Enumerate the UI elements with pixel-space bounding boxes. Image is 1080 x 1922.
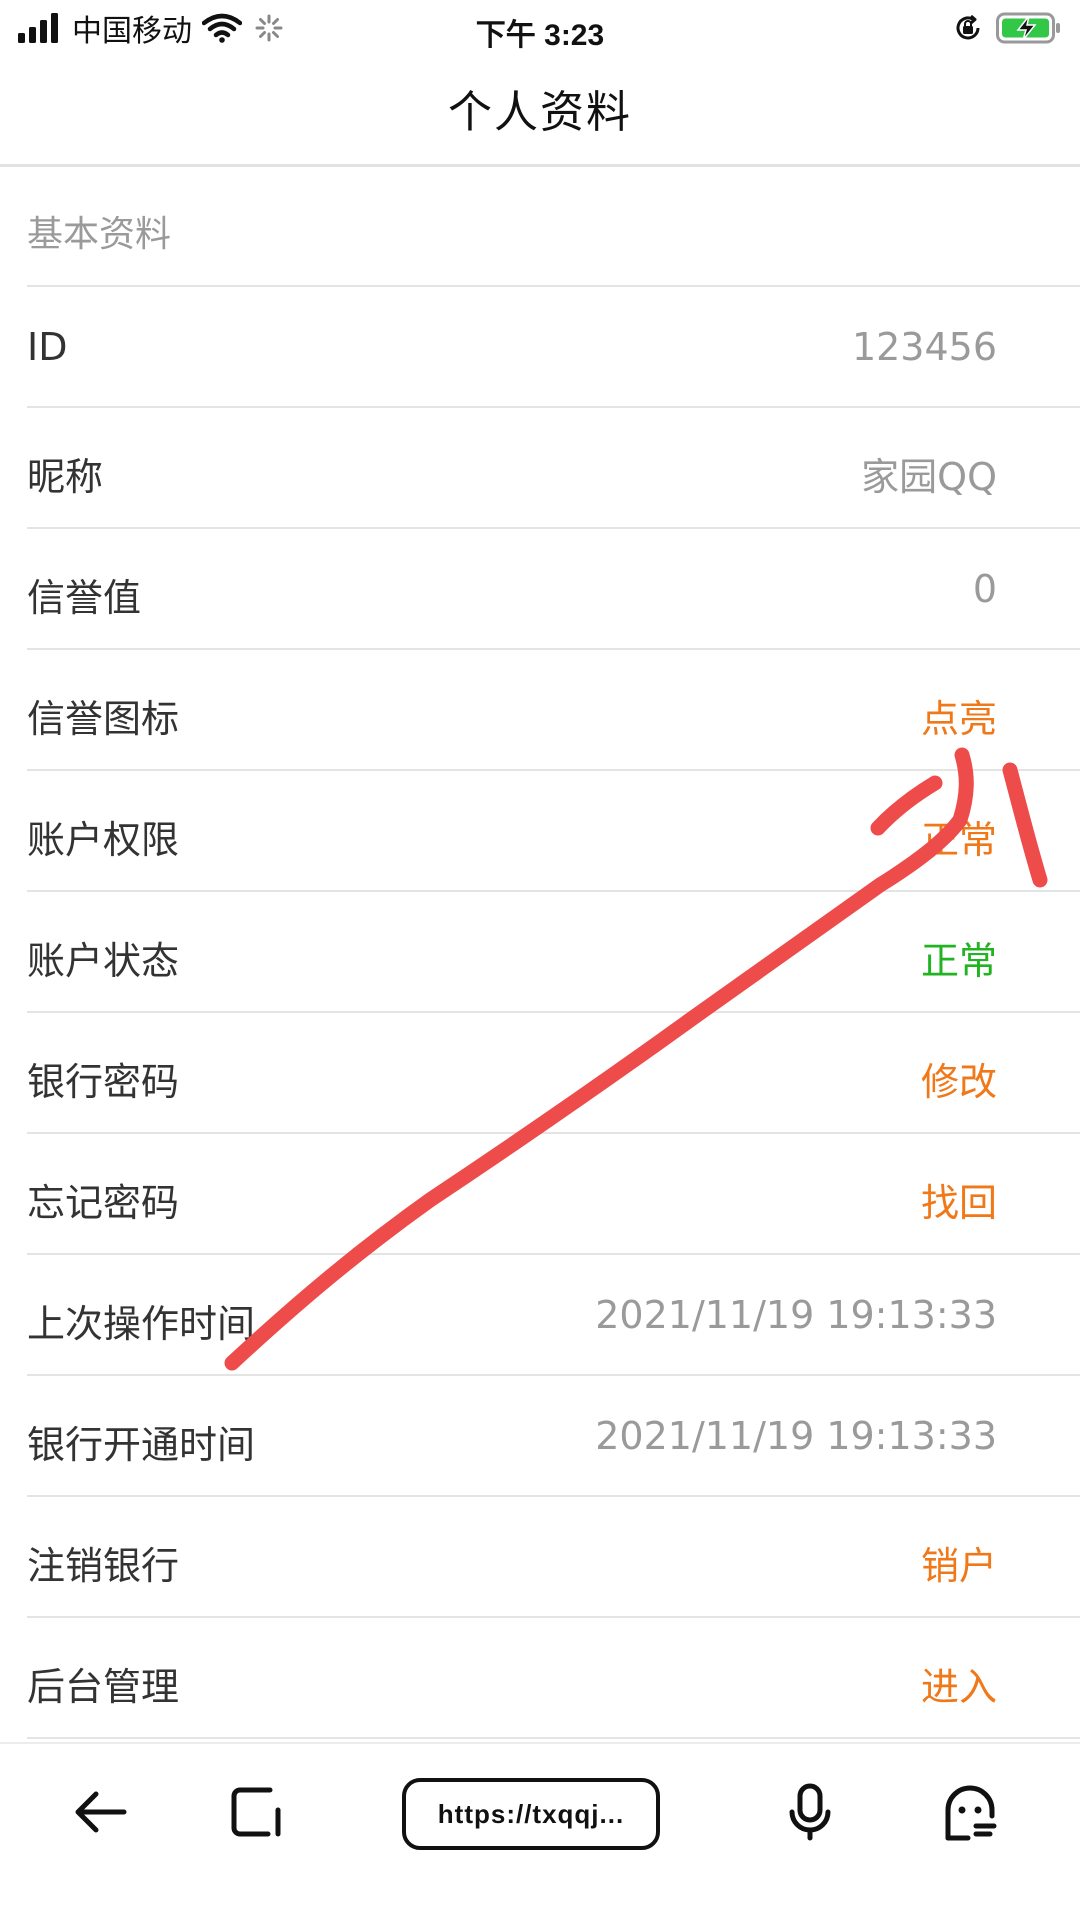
row-label: 账户状态 xyxy=(27,939,180,983)
browser-toolbar: https://txqqj... xyxy=(0,1742,1080,1922)
row-value: 2021/11/19 19:13:33 xyxy=(595,1414,997,1458)
close-account-link[interactable]: 销户 xyxy=(921,1535,997,1590)
row-bank-password[interactable]: 银行密码 修改 xyxy=(27,1013,1080,1134)
url-bar[interactable]: https://txqqj... xyxy=(402,1778,660,1850)
row-nickname: 昵称 家园QQ xyxy=(27,408,1080,529)
row-account-status: 账户状态 正常 xyxy=(27,892,1080,1013)
row-value: 2021/11/19 19:13:33 xyxy=(595,1293,997,1337)
row-forgot-password[interactable]: 忘记密码 找回 xyxy=(27,1134,1080,1255)
row-value: 0 xyxy=(972,567,997,611)
assistant-face-icon xyxy=(940,1782,1000,1846)
row-label: 忘记密码 xyxy=(27,1181,180,1225)
row-label: 昵称 xyxy=(27,455,104,499)
light-up-link[interactable]: 点亮 xyxy=(921,688,997,743)
row-credit-score: 信誉值 0 xyxy=(27,529,1080,650)
back-arrow-icon xyxy=(72,1788,128,1840)
account-status-value: 正常 xyxy=(920,939,997,983)
tabs-button[interactable] xyxy=(216,1774,296,1854)
modify-password-link[interactable]: 修改 xyxy=(921,1051,997,1106)
row-label: 后台管理 xyxy=(27,1665,180,1709)
row-label: 账户权限 xyxy=(27,818,180,862)
recover-password-link[interactable]: 找回 xyxy=(921,1172,997,1227)
row-id: ID 123456 xyxy=(27,287,1080,408)
page-title: 个人资料 xyxy=(448,87,632,138)
row-last-operation-time: 上次操作时间 2021/11/19 19:13:33 xyxy=(27,1255,1080,1376)
orientation-lock-icon xyxy=(952,12,984,44)
assistant-button[interactable] xyxy=(930,1774,1010,1854)
permission-status-link[interactable]: 正常 xyxy=(921,809,997,864)
row-value: 家园QQ xyxy=(861,455,997,499)
status-time: 下午 3:23 xyxy=(475,19,605,52)
profile-list: 基本资料 ID 123456 昵称 家园QQ 信誉值 0 信誉图标 点亮 账户权… xyxy=(0,167,1080,1742)
navigation-header: 个人资料 xyxy=(0,56,1080,167)
microphone-icon xyxy=(786,1782,834,1846)
back-button[interactable] xyxy=(60,1774,140,1854)
row-label: 银行开通时间 xyxy=(27,1423,256,1467)
tabs-icon xyxy=(228,1784,284,1844)
voice-button[interactable] xyxy=(770,1774,850,1854)
row-label: 注销银行 xyxy=(27,1544,180,1588)
row-value: 123456 xyxy=(851,325,997,369)
status-right xyxy=(952,10,1062,46)
section-header: 基本资料 xyxy=(27,167,1080,287)
enter-admin-link[interactable]: 进入 xyxy=(921,1656,997,1711)
row-credit-icon[interactable]: 信誉图标 点亮 xyxy=(27,650,1080,771)
row-admin[interactable]: 后台管理 进入 xyxy=(27,1618,1080,1739)
section-title: 基本资料 xyxy=(27,214,172,255)
row-account-permission[interactable]: 账户权限 正常 xyxy=(27,771,1080,892)
row-bank-open-time: 银行开通时间 2021/11/19 19:13:33 xyxy=(27,1376,1080,1497)
row-label: 信誉值 xyxy=(27,576,142,620)
row-label: 信誉图标 xyxy=(27,697,180,741)
row-label: 银行密码 xyxy=(27,1060,180,1104)
battery-charging-icon xyxy=(996,12,1062,44)
url-text: https://txqqj... xyxy=(437,1798,625,1829)
row-label: 上次操作时间 xyxy=(27,1302,256,1346)
row-label: ID xyxy=(27,325,68,369)
status-bar: 中国移动 下午 3:23 xyxy=(0,0,1080,56)
row-cancel-bank[interactable]: 注销银行 销户 xyxy=(27,1497,1080,1618)
